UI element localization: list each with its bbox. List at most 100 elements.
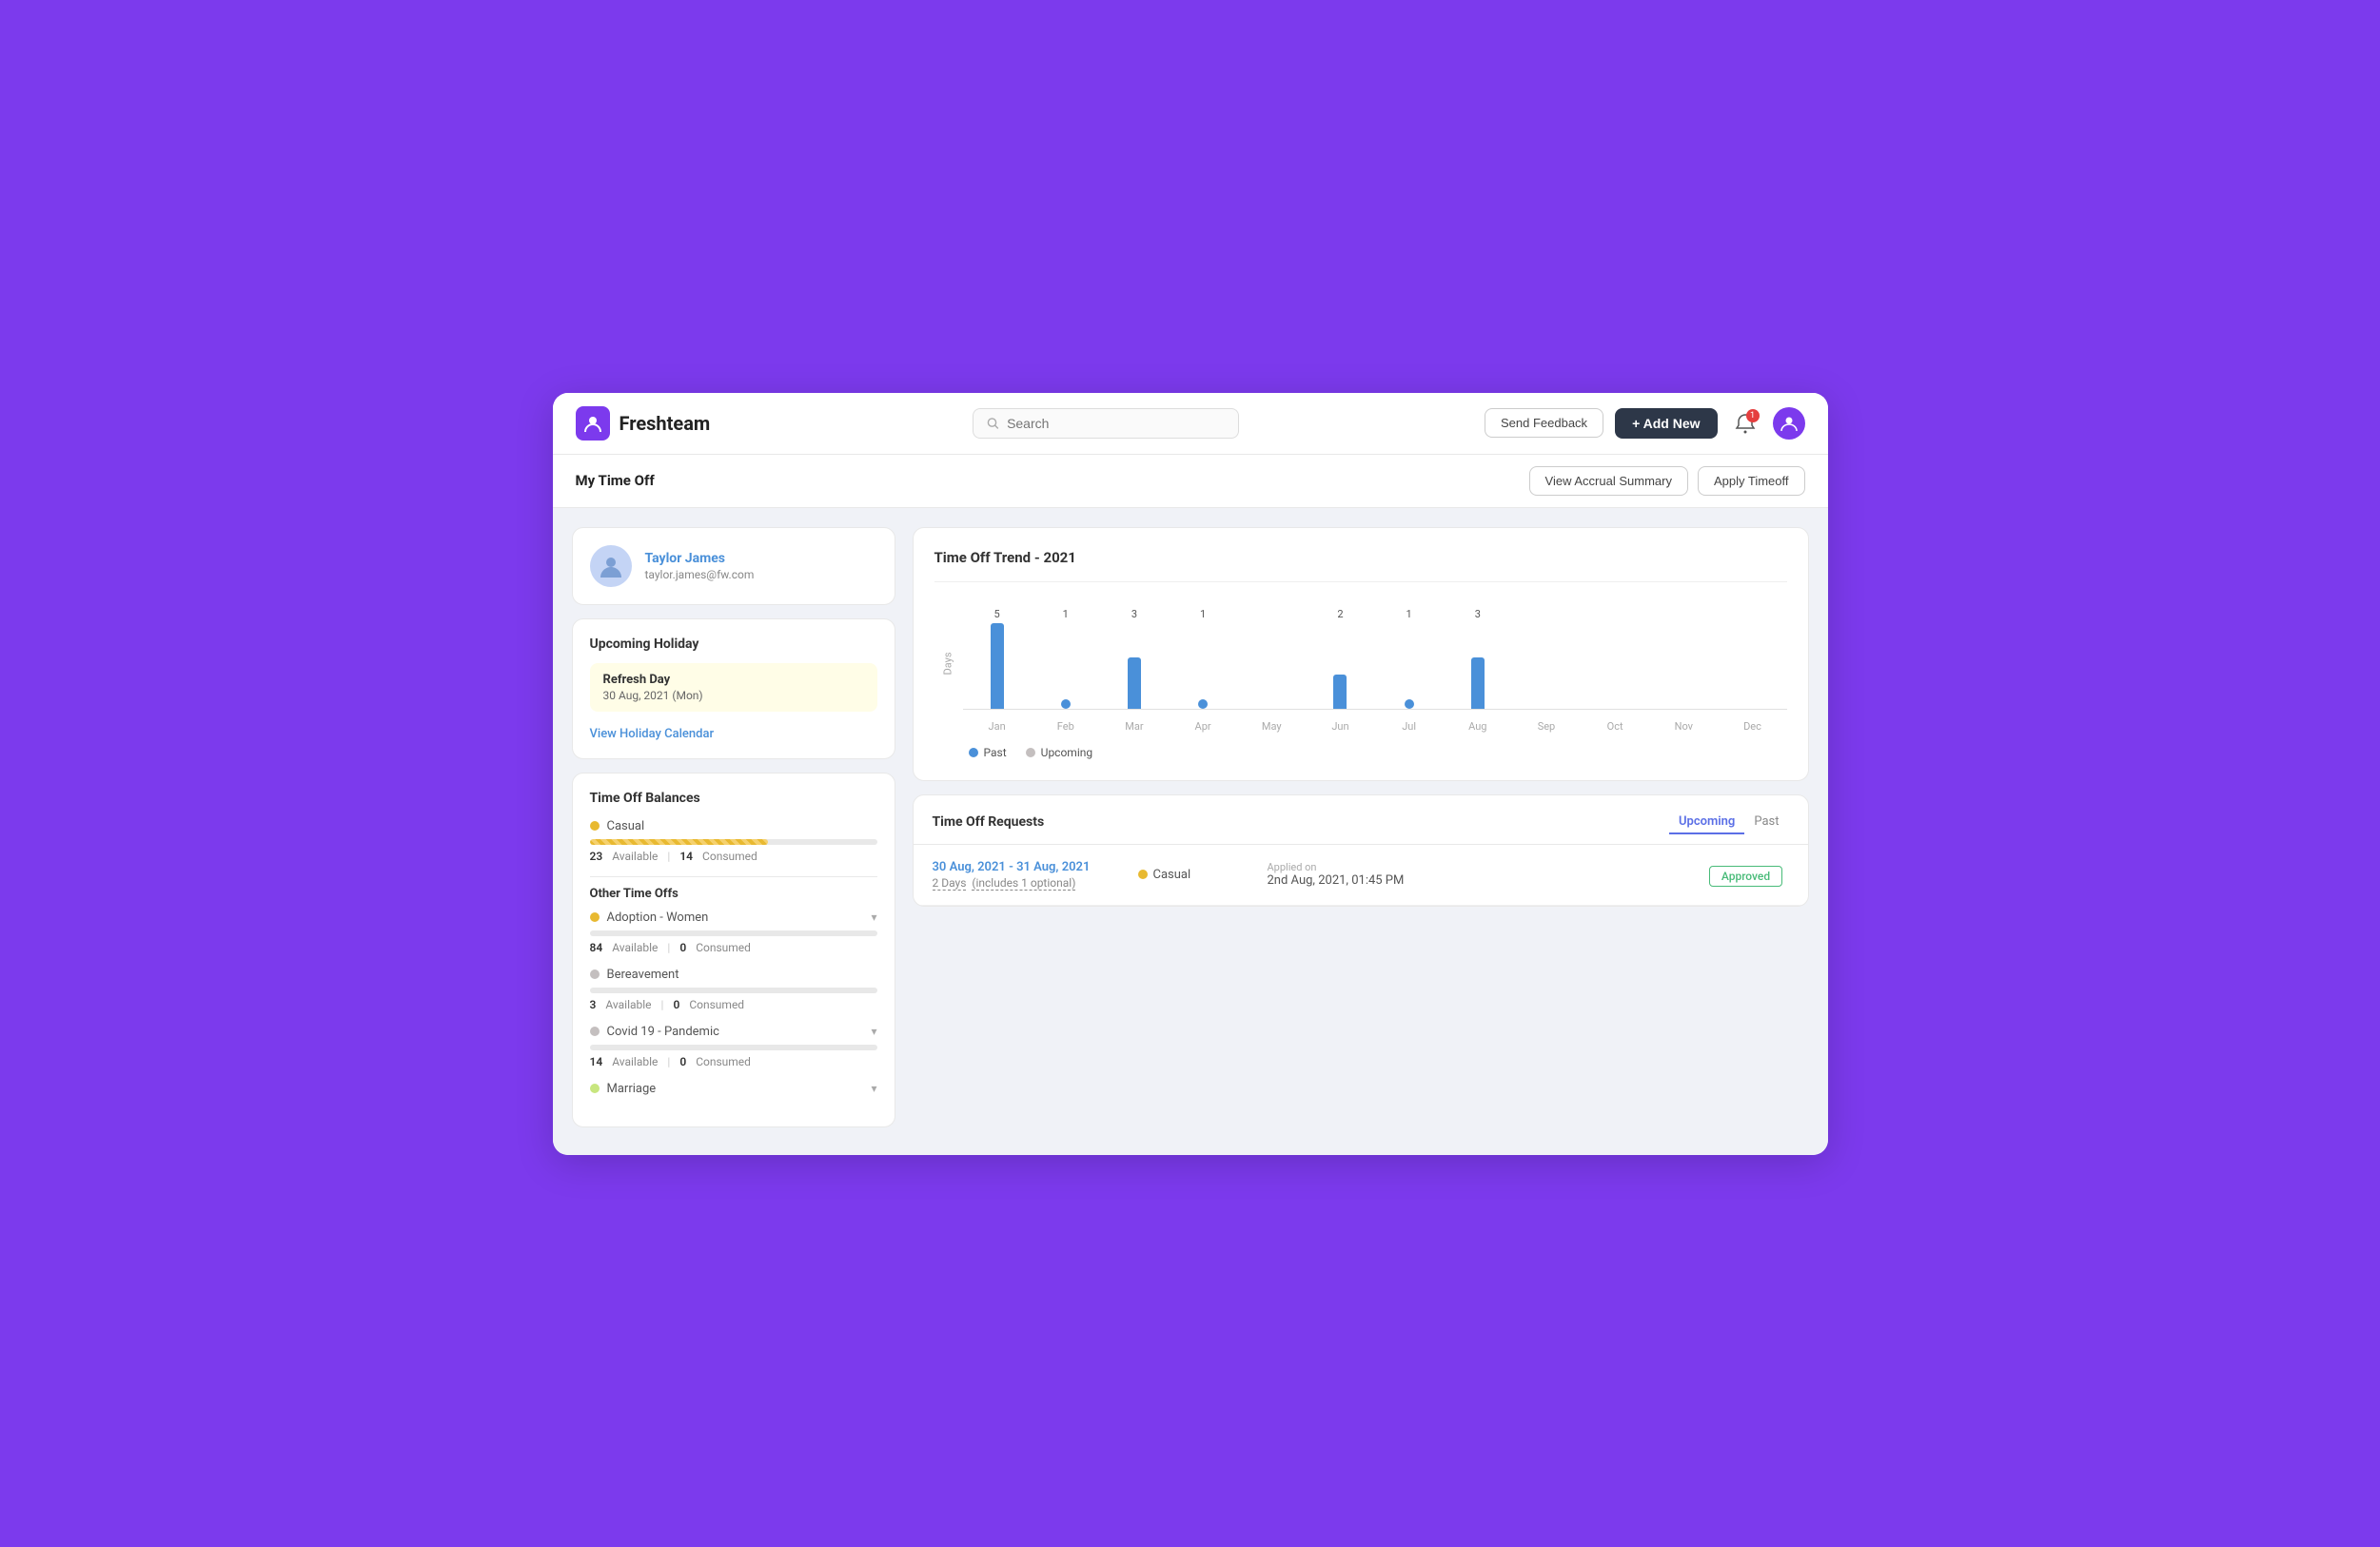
chart-col-mar: 3 <box>1100 608 1169 709</box>
view-holiday-calendar-link[interactable]: View Holiday Calendar <box>590 727 715 741</box>
covid-consumed-label: Consumed <box>696 1055 751 1068</box>
request-row: 30 Aug, 2021 - 31 Aug, 2021 2 Days (incl… <box>914 845 1808 906</box>
x-label-jul: Jul <box>1402 720 1416 733</box>
sub-header: My Time Off View Accrual Summary Apply T… <box>553 455 1828 508</box>
status-badge: Approved <box>1709 866 1782 887</box>
adoption-progress-bg <box>590 930 877 936</box>
chart-col-dec: 0 <box>1718 608 1786 709</box>
requests-tabs: Upcoming Past <box>1669 811 1788 834</box>
logo-area: Freshteam <box>576 406 728 441</box>
chart-col-nov: 0 <box>1649 608 1718 709</box>
bar-mar <box>1128 657 1141 709</box>
bereavement-consumed-num: 0 <box>673 998 679 1011</box>
search-area <box>743 408 1469 439</box>
tab-past[interactable]: Past <box>1744 811 1788 834</box>
request-applied-on-label: Applied on <box>1268 861 1688 873</box>
casual-label: Casual <box>607 819 645 833</box>
chart-col-aug: 3 <box>1444 608 1512 709</box>
covid-progress-bg <box>590 1045 877 1050</box>
chart-col-sep: 0 <box>1512 608 1581 709</box>
send-feedback-button[interactable]: Send Feedback <box>1485 408 1603 438</box>
x-label-apr: Apr <box>1195 720 1211 733</box>
marriage-label: Marriage <box>607 1082 657 1096</box>
request-optional: (includes 1 optional) <box>972 876 1075 891</box>
covid-available-label: Available <box>612 1055 658 1068</box>
notification-badge: 1 <box>1746 409 1760 422</box>
request-days: 2 Days (includes 1 optional) <box>933 876 1123 890</box>
adoption-available-label: Available <box>612 941 658 954</box>
bar-jan <box>991 623 1004 709</box>
adoption-chevron-icon[interactable]: ▾ <box>871 911 876 924</box>
casual-available-num: 23 <box>590 850 603 863</box>
header: Freshteam Send Feedback + Add New 1 <box>553 393 1828 455</box>
bereavement-item: Bereavement 3 Available | 0 Consumed <box>590 968 877 1011</box>
balances-title: Time Off Balances <box>590 791 877 806</box>
adoption-available-num: 84 <box>590 941 603 954</box>
page-title: My Time Off <box>576 472 655 489</box>
casual-consumed-label: Consumed <box>702 850 757 863</box>
casual-progress-fill <box>590 839 768 845</box>
add-new-button[interactable]: + Add New <box>1615 408 1717 439</box>
casual-consumed-num: 14 <box>679 850 693 863</box>
user-name[interactable]: Taylor James <box>645 551 755 566</box>
request-applied: Applied on 2nd Aug, 2021, 01:45 PM <box>1268 861 1688 888</box>
dot-jul <box>1405 699 1414 709</box>
legend-past-dot <box>969 748 978 757</box>
holiday-item: Refresh Day 30 Aug, 2021 (Mon) <box>590 663 877 712</box>
casual-progress-bg <box>590 839 877 845</box>
casual-dot <box>590 821 600 831</box>
notifications-button[interactable]: 1 <box>1729 407 1761 440</box>
user-avatar-button[interactable] <box>1773 407 1805 440</box>
holiday-date: 30 Aug, 2021 (Mon) <box>603 689 864 702</box>
balances-card: Time Off Balances Casual 23 Available | … <box>572 773 895 1127</box>
x-label-oct: Oct <box>1607 720 1623 733</box>
casual-available-label: Available <box>612 850 658 863</box>
chart-col-oct: 0 <box>1581 608 1649 709</box>
header-actions: Send Feedback + Add New 1 <box>1485 407 1805 440</box>
request-days-text: 2 Days <box>933 876 967 891</box>
adoption-dot <box>590 912 600 922</box>
chart-col-jan: 5 <box>963 608 1032 709</box>
legend-upcoming-dot <box>1026 748 1035 757</box>
user-info: Taylor James taylor.james@fw.com <box>645 551 755 581</box>
dot-feb <box>1061 699 1071 709</box>
marriage-chevron-icon[interactable]: ▾ <box>871 1082 876 1095</box>
dot-apr <box>1198 699 1208 709</box>
covid-chevron-icon[interactable]: ▾ <box>871 1025 876 1038</box>
marriage-item: Marriage ▾ <box>590 1082 877 1096</box>
marriage-dot <box>590 1084 600 1093</box>
casual-balance: Casual 23 Available | 14 Consumed <box>590 819 877 863</box>
covid-label: Covid 19 - Pandemic <box>607 1025 719 1039</box>
legend-upcoming: Upcoming <box>1026 746 1092 759</box>
tab-upcoming[interactable]: Upcoming <box>1669 811 1744 834</box>
adoption-women-item: Adoption - Women ▾ 84 Available | 0 Cons… <box>590 911 877 954</box>
search-box[interactable] <box>973 408 1239 439</box>
adoption-consumed-label: Consumed <box>696 941 751 954</box>
adoption-label: Adoption - Women <box>607 911 709 925</box>
chart-col-jun: 2 <box>1306 608 1374 709</box>
view-accrual-summary-button[interactable]: View Accrual Summary <box>1529 466 1688 496</box>
request-dates: 30 Aug, 2021 - 31 Aug, 2021 2 Days (incl… <box>933 860 1123 890</box>
covid-consumed-num: 0 <box>679 1055 686 1068</box>
request-type-dot <box>1138 870 1148 879</box>
logo-icon <box>576 406 610 441</box>
search-input[interactable] <box>1007 416 1225 431</box>
avatar <box>590 545 632 587</box>
user-email: taylor.james@fw.com <box>645 568 755 581</box>
requests-card: Time Off Requests Upcoming Past 30 Aug, … <box>913 794 1809 907</box>
apply-timeoff-button[interactable]: Apply Timeoff <box>1698 466 1805 496</box>
holiday-section-title: Upcoming Holiday <box>590 636 877 652</box>
chart-col-apr: 1 <box>1169 608 1237 709</box>
covid-item: Covid 19 - Pandemic ▾ 14 Available | 0 C… <box>590 1025 877 1068</box>
covid-available-num: 14 <box>590 1055 603 1068</box>
chart-card: Time Off Trend - 2021 Days 5 <box>913 527 1809 781</box>
requests-header: Time Off Requests Upcoming Past <box>914 795 1808 834</box>
divider <box>590 876 877 877</box>
x-label-sep: Sep <box>1538 720 1556 733</box>
bereavement-consumed-label: Consumed <box>689 998 744 1011</box>
other-offs-title: Other Time Offs <box>590 887 877 901</box>
app-container: Freshteam Send Feedback + Add New 1 <box>553 393 1828 1155</box>
search-icon <box>987 417 999 430</box>
bereavement-available-num: 3 <box>590 998 597 1011</box>
request-type: Casual <box>1138 868 1252 882</box>
